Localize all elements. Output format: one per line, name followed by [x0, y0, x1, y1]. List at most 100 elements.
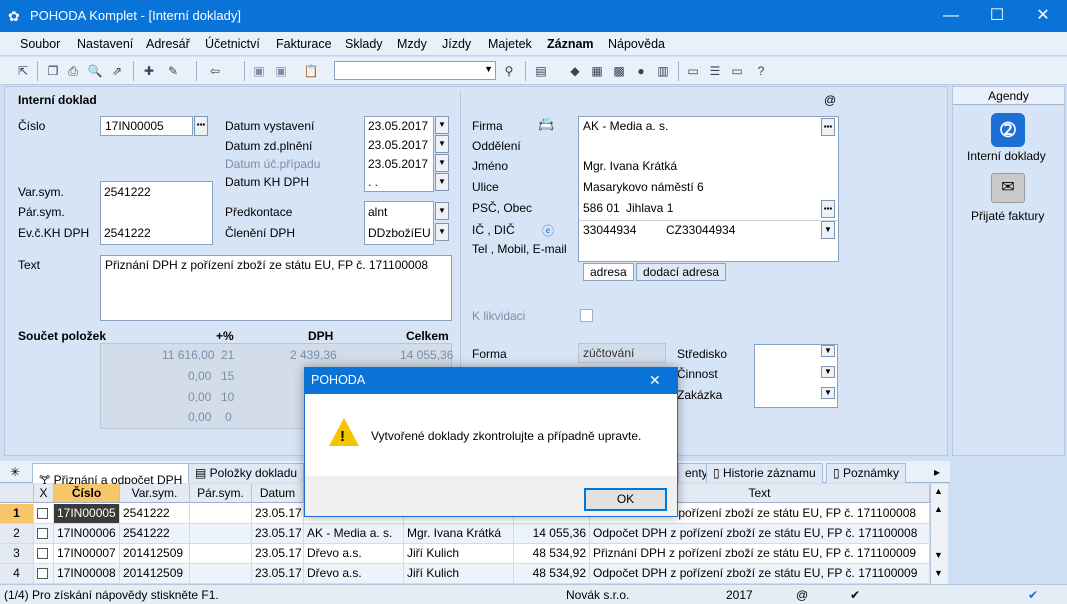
dic-dropdown[interactable]: ▼ — [821, 221, 835, 239]
cislo-input[interactable]: 17IN00005 — [100, 116, 193, 136]
scroll-top-icon[interactable]: ▲ — [934, 486, 943, 496]
ic-input[interactable]: 33044934 — [583, 223, 636, 237]
tab-historie[interactable]: ▯ Historie záznamu — [706, 463, 823, 483]
grid-header-cislo[interactable]: Číslo — [54, 484, 120, 503]
minimize-button[interactable]: — — [928, 0, 974, 32]
firma-picker[interactable]: ▪▪▪ — [821, 118, 835, 136]
tab-dodaci-adresa[interactable]: dodací adresa — [636, 263, 727, 281]
exit-icon[interactable]: ⇱ — [14, 62, 32, 80]
message-icon[interactable]: ▭ — [684, 62, 702, 80]
grid-header-datum[interactable]: Datum — [252, 484, 304, 503]
psc-input[interactable]: 586 01 — [583, 201, 620, 215]
ulice-input[interactable]: Masarykovo náměstí 6 — [583, 180, 704, 194]
grid-header-varsym[interactable]: Var.sym. — [120, 484, 190, 503]
dic-input[interactable]: CZ33044934 — [666, 223, 735, 237]
agenda-item-prijate-faktury[interactable]: Přijaté faktury — [971, 209, 1044, 223]
save-all-icon[interactable]: ▣ — [272, 62, 290, 80]
predkontace-input[interactable]: alnt — [368, 205, 387, 219]
prijate-faktury-icon[interactable]: ✉ — [991, 173, 1025, 203]
export-icon[interactable]: ⇗ — [108, 62, 126, 80]
obec-input[interactable]: Jihlava 1 — [626, 201, 673, 215]
stredisko-dropdown[interactable]: ▼ — [821, 345, 835, 357]
checkbox-box[interactable] — [37, 548, 48, 559]
cleneni-dropdown[interactable]: ▼ — [435, 223, 449, 241]
checkbox-box[interactable] — [37, 528, 48, 539]
tabs-scroll-right[interactable]: ▸ — [934, 465, 940, 479]
address-book-icon[interactable]: 📇 — [538, 116, 554, 132]
menu-soubor[interactable]: Soubor — [20, 37, 60, 51]
zakazka-dropdown[interactable]: ▼ — [821, 387, 835, 399]
datum-uc-input[interactable]: 23.05.2017 — [368, 157, 428, 171]
varsym-input[interactable]: 2541222 — [104, 185, 151, 199]
cleneni-input[interactable]: DDzbožíEU — [368, 226, 431, 240]
tab-polozky[interactable]: ▤ Položky dokladu — [188, 463, 305, 483]
ie-icon[interactable]: ⓔ — [542, 222, 554, 239]
menu-mzdy[interactable]: Mzdy — [397, 37, 427, 51]
cinnost-dropdown[interactable]: ▼ — [821, 366, 835, 378]
help-icon[interactable]: ? — [752, 62, 770, 80]
ok-button[interactable]: OK — [584, 488, 667, 511]
tab-adresa[interactable]: adresa — [583, 263, 634, 281]
menu-majetek[interactable]: Majetek — [488, 37, 532, 51]
menu-nastaveni[interactable]: Nastavení — [77, 37, 133, 51]
datum-zd-input[interactable]: 23.05.2017 — [368, 138, 428, 152]
evc-input[interactable]: 2541222 — [104, 226, 151, 240]
clipboard-icon[interactable]: 📋 — [302, 62, 320, 80]
coins-icon[interactable]: ● — [632, 62, 650, 80]
menu-fakturace[interactable]: Fakturace — [276, 37, 332, 51]
tab-priznani[interactable]: 🝖 Přiznání a odpočet DPH — [32, 463, 190, 487]
checkbox-box[interactable] — [37, 508, 48, 519]
menu-jizdy[interactable]: Jízdy — [442, 37, 471, 51]
text-area[interactable]: Přiznání DPH z pořízení zboží ze státu E… — [100, 255, 452, 321]
calculator-icon[interactable]: ▩ — [610, 62, 628, 80]
new-record-icon[interactable]: ✚ — [140, 62, 158, 80]
row-checkbox[interactable] — [34, 504, 54, 524]
list-icon[interactable]: ☰ — [706, 62, 724, 80]
preview-icon[interactable]: 🔍 — [86, 62, 104, 80]
back-arrow-icon[interactable]: ⇦ — [206, 62, 224, 80]
calendar-dropdown[interactable]: ▼ — [435, 116, 449, 134]
obec-picker[interactable]: ▪▪▪ — [821, 200, 835, 218]
scroll-down-icon[interactable]: ▼ — [934, 550, 943, 560]
agenda-item-interni-doklady[interactable]: Interní doklady — [967, 149, 1046, 163]
scroll-bottom-icon[interactable]: ▼ — [934, 568, 943, 578]
close-button[interactable]: ✕ — [1020, 0, 1066, 32]
copy-icon[interactable]: ❐ — [44, 62, 62, 80]
report-icon[interactable]: ▭ — [728, 62, 746, 80]
grid-header-x[interactable]: X — [34, 484, 54, 503]
sync-icon[interactable]: ✔ — [1028, 588, 1038, 602]
row-checkbox[interactable] — [34, 524, 54, 544]
forma-input[interactable]: zúčtování — [578, 343, 666, 363]
menu-ucetnictvi[interactable]: Účetnictví — [205, 37, 260, 51]
maximize-button[interactable]: ☐ — [974, 0, 1020, 32]
filter-icon[interactable]: ⚲ — [500, 62, 518, 80]
predkontace-dropdown[interactable]: ▼ — [435, 202, 449, 220]
iban-icon[interactable]: ▥ — [654, 62, 672, 80]
menu-zaznam[interactable]: Záznam — [547, 37, 594, 51]
row-checkbox[interactable] — [34, 564, 54, 584]
cislo-picker[interactable]: ▪▪▪ — [194, 116, 208, 136]
save-icon[interactable]: ▣ — [250, 62, 268, 80]
interni-doklady-icon[interactable]: ➁ — [991, 113, 1025, 147]
datum-kh-input[interactable]: . . — [368, 175, 378, 189]
link-icon[interactable]: ◆ — [566, 62, 584, 80]
menu-sklady[interactable]: Sklady — [345, 37, 383, 51]
record-filter-combo[interactable]: ▼ — [334, 61, 496, 80]
at-icon[interactable]: @ — [824, 93, 836, 107]
dialog-close-button[interactable]: ✕ — [649, 372, 661, 389]
agenda-icon[interactable]: ▤ — [532, 62, 550, 80]
menu-napoveda[interactable]: Nápověda — [608, 37, 665, 51]
grid-header-parsym[interactable]: Pár.sym. — [190, 484, 252, 503]
row-checkbox[interactable] — [34, 544, 54, 564]
k-likvidaci-checkbox[interactable] — [580, 309, 593, 322]
tab-poznamky[interactable]: ▯ Poznámky — [826, 463, 906, 483]
calendar-dropdown[interactable]: ▼ — [435, 173, 449, 191]
menu-adresar[interactable]: Adresář — [146, 37, 190, 51]
calendar-dropdown[interactable]: ▼ — [435, 135, 449, 153]
edit-icon[interactable]: ✎ — [164, 62, 182, 80]
asterisk-icon[interactable]: ✳ — [10, 465, 20, 479]
firma-input[interactable]: AK - Media a. s. — [583, 119, 668, 133]
jmeno-input[interactable]: Mgr. Ivana Krátká — [583, 159, 677, 173]
scroll-up-icon[interactable]: ▲ — [934, 504, 943, 514]
table-icon[interactable]: ▦ — [588, 62, 606, 80]
